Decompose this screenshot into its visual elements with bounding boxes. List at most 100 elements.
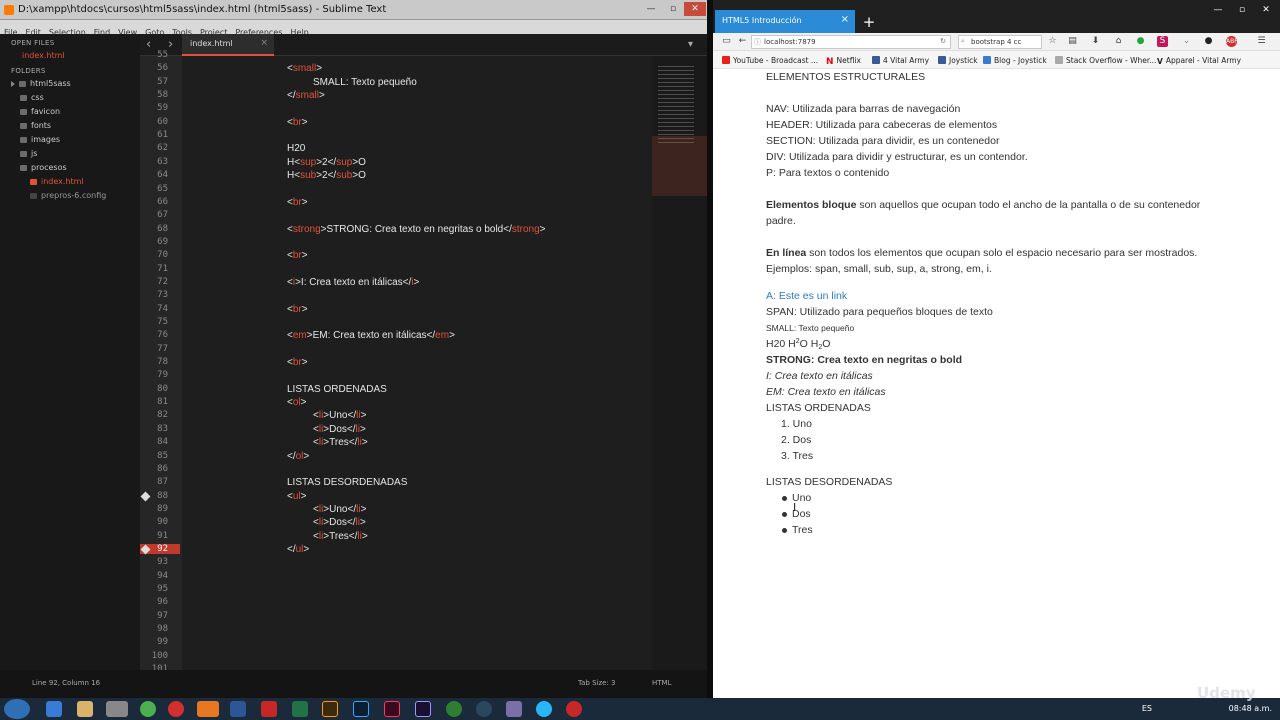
code-line[interactable]: <i>I: Crea texto en itálicas</i> [287,277,419,288]
photoshop-icon[interactable] [353,701,369,717]
code-line[interactable]: SMALL: Texto pequeño [313,77,417,88]
code-line[interactable]: <br> [287,357,308,368]
firefox-icon[interactable] [197,701,219,717]
close-icon[interactable]: ✕ [684,2,706,16]
folder-favicon[interactable]: favicon [20,107,60,116]
tab-close-icon[interactable]: × [260,38,268,48]
code-line[interactable]: <li>Dos</li> [313,424,366,435]
code-line[interactable]: <ul> [287,491,306,502]
bookmark-netflix[interactable]: N Netflix [826,56,861,67]
code-line[interactable]: <li>Uno</li> [313,410,366,421]
syntax-mode[interactable]: HTML [652,679,671,687]
clock[interactable]: 08:48 a.m. [1229,704,1272,713]
search-bar[interactable]: ⌕ bootstrap 4 cc [958,35,1042,49]
info-icon[interactable]: ⓘ [754,37,761,47]
folder-root[interactable]: html5sass [11,79,71,88]
bookmark-blog-joystick[interactable]: Blog - Joystick [983,56,1047,65]
open-file-item[interactable]: index.html [22,51,65,60]
sidebar-icon[interactable]: ▭ [721,36,732,47]
steam-icon[interactable] [476,701,492,717]
minimap-viewport[interactable] [652,136,707,196]
code-line[interactable]: <br> [287,117,308,128]
code-line[interactable]: </small> [287,90,325,101]
code-editor[interactable]: <small> SMALL: Texto pequeño </small> <br> H… [182,56,652,670]
new-tab-icon[interactable]: + [859,12,879,32]
close-icon[interactable]: ✕ [1255,3,1277,17]
bookmark-youtube[interactable]: YouTube - Broadcast ... [722,56,818,65]
pdf-icon[interactable] [261,701,277,717]
minimap[interactable] [652,56,707,670]
code-line[interactable]: H20 [287,143,305,154]
code-line[interactable]: H<sub>2</sub>O [287,170,366,181]
tab-index-html[interactable]: index.html × [182,34,274,56]
tab-close-icon[interactable]: × [841,14,849,25]
sublime-taskbar-icon[interactable] [106,701,128,717]
bookmark-apparel[interactable]: V Apparel - Vital Army [1157,56,1241,66]
reload-icon[interactable]: ↻ [940,37,946,45]
illustrator-icon[interactable] [322,701,338,717]
folder-procesos[interactable]: procesos [20,163,67,172]
app-icon[interactable] [446,701,462,717]
code-line[interactable]: </ol> [287,451,309,462]
indesign-icon[interactable] [384,701,400,717]
home-icon[interactable]: ⌂ [1113,36,1124,47]
browser-tab[interactable]: HTML5 Introducción × [715,10,855,33]
code-line[interactable]: <br> [287,304,308,315]
code-line[interactable]: H<sup>2</sup>O [287,157,366,168]
file-prepros-config[interactable]: prepros-6.config [30,191,106,200]
code-line[interactable]: <li>Tres</li> [313,531,368,542]
bookmark-vital-army[interactable]: 4 Vital Army [872,56,929,65]
folder-fonts[interactable]: fonts [20,121,51,130]
word-icon[interactable] [230,701,246,717]
code-line[interactable]: <li>Tres</li> [313,437,368,448]
reading-list-icon[interactable]: ▤ [1067,36,1078,47]
maximize-icon[interactable]: ▫ [662,2,684,16]
link-a[interactable]: A: Este es un link [766,290,847,302]
maximize-icon[interactable]: ▫ [1231,3,1253,17]
code-line[interactable]: <li>Uno</li> [313,504,366,515]
bookmark-stack-overflow[interactable]: Stack Overflow - Wher... [1055,56,1156,65]
menu-icon[interactable]: ☰ [1256,36,1267,47]
minimize-icon[interactable]: — [640,2,662,16]
download-icon[interactable]: ⬇ [1090,36,1101,47]
chrome-icon[interactable] [140,701,156,717]
windows-start-icon[interactable] [4,699,30,719]
line-number: 65 [157,183,168,194]
adblock-icon[interactable]: ABP [1226,36,1238,47]
code-line[interactable]: <strong>STRONG: Crea texto en negritas o… [287,224,546,235]
opera-icon[interactable] [168,701,184,717]
code-line[interactable]: <br> [287,250,308,261]
code-line[interactable]: <br> [287,197,308,208]
excel-icon[interactable] [292,701,308,717]
bookmark-joystick[interactable]: Joystick [938,56,978,65]
chevron-down-icon[interactable]: ▾ [688,39,693,50]
code-line[interactable]: <small> [287,63,322,74]
back-icon[interactable]: ← [737,36,748,47]
folder-js[interactable]: js [20,149,37,158]
tab-size[interactable]: Tab Size: 3 [578,679,615,687]
code-line[interactable]: <ol> [287,397,306,408]
extension-icon[interactable]: ● [1203,36,1214,47]
after-effects-icon[interactable] [415,701,431,717]
code-line[interactable]: <li>Dos</li> [313,517,366,528]
code-line[interactable]: <em>EM: Crea texto en itálicas</em> [287,330,455,341]
folder-images[interactable]: images [20,135,60,144]
app-icon[interactable] [506,701,522,717]
ie-icon[interactable] [46,701,62,717]
s-extension-icon[interactable]: S [1157,36,1168,47]
language-indicator[interactable]: ES [1142,704,1152,713]
star-icon[interactable]: ☆ [1047,36,1058,47]
minimize-icon[interactable]: — [1207,3,1229,17]
code-line[interactable]: LISTAS ORDENADAS [287,384,387,395]
explorer-icon[interactable] [77,701,93,717]
code-line[interactable]: LISTAS DESORDENADAS [287,477,407,488]
folder-css[interactable]: css [20,93,44,102]
url-bar[interactable]: ⓘ localhost:7879 ↻ [751,35,951,49]
dropdown-icon[interactable]: ⌄ [1181,36,1192,47]
chevron-right-icon[interactable]: › [168,37,173,52]
whatsapp-icon[interactable]: ● [1135,36,1146,47]
code-line[interactable]: </ul> [287,544,309,555]
file-index-html[interactable]: index.html [30,177,84,186]
opera-icon[interactable] [566,701,582,717]
app-icon[interactable] [536,701,552,717]
